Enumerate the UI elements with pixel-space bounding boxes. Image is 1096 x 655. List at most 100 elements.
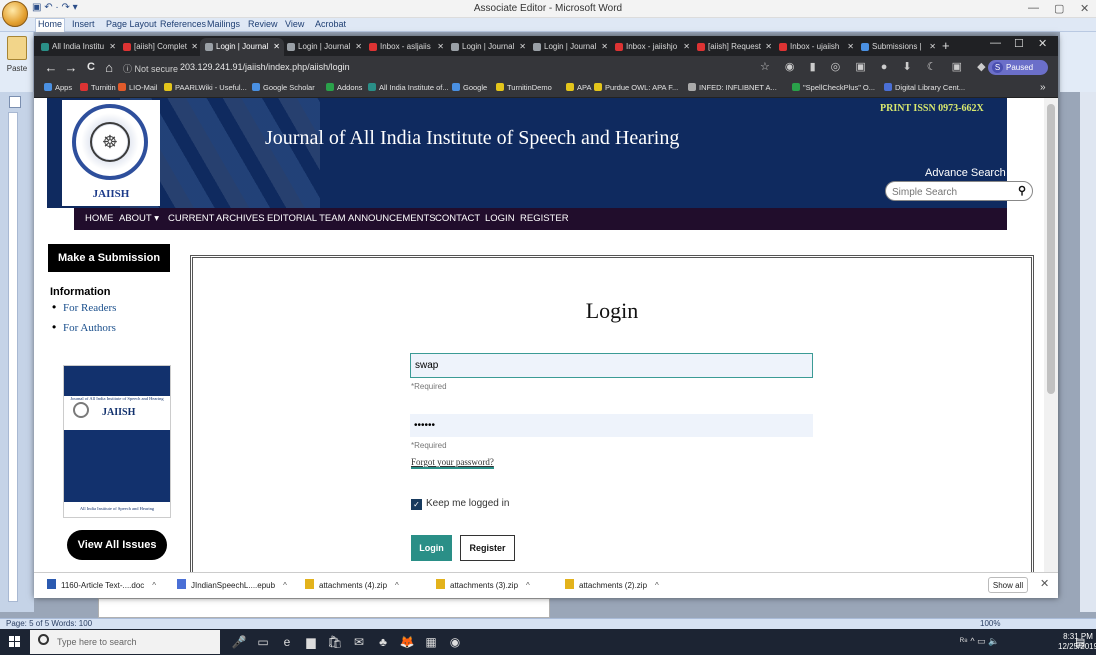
tab-close-icon[interactable]: ✕ <box>519 42 526 51</box>
download-menu-chevron-icon[interactable]: ^ <box>152 581 156 590</box>
word-scrollbar[interactable] <box>1080 92 1096 612</box>
download-item[interactable]: 1160-Article Text-....doc ^ <box>47 579 156 590</box>
browser-tab[interactable]: [aiish] Request ✕ <box>692 38 776 56</box>
word-tab-view[interactable]: View <box>285 19 304 29</box>
word-tab-mailings[interactable]: Mailings <box>207 19 240 29</box>
word-tab-home[interactable]: Home <box>35 18 65 32</box>
nav-contact[interactable]: CONTACT <box>435 213 480 224</box>
word-tab-acrobat[interactable]: Acrobat <box>315 19 346 29</box>
nav-about[interactable]: ABOUT ▾ <box>119 213 159 224</box>
browser-tab[interactable]: Login | Journal ✕ <box>528 38 612 56</box>
browser-minimize-button[interactable]: — <box>990 37 1001 49</box>
browser-close-button[interactable]: ✕ <box>1038 37 1047 50</box>
mail-icon[interactable]: ✉ <box>350 633 368 651</box>
tab-close-icon[interactable]: ✕ <box>929 42 936 51</box>
bookmark-item[interactable]: Google <box>452 83 487 92</box>
nav-editorial-team[interactable]: EDITORIAL TEAM <box>267 213 345 224</box>
tab-close-icon[interactable]: ✕ <box>765 42 772 51</box>
word-restore-button[interactable]: ▢ <box>1054 2 1064 15</box>
word-tab-insert[interactable]: Insert <box>72 19 95 29</box>
profile-button[interactable]: S Paused <box>988 60 1048 75</box>
windows-start-icon[interactable] <box>9 636 21 648</box>
bookmark-item[interactable]: INFED: INFLIBNET A... <box>688 83 777 92</box>
browser-tab[interactable]: Login | Journal ✕ <box>446 38 530 56</box>
microphone-icon[interactable]: 🎤 <box>230 633 248 651</box>
nav-archives[interactable]: ARCHIVES <box>216 213 265 224</box>
browser-tab[interactable]: Inbox - jaiishjo ✕ <box>610 38 694 56</box>
download-menu-chevron-icon[interactable]: ^ <box>395 581 399 590</box>
tab-close-icon[interactable]: ✕ <box>191 42 198 51</box>
store-icon[interactable]: 🛍 <box>326 633 344 651</box>
word-close-button[interactable]: ✕ <box>1080 2 1089 15</box>
word-minimize-button[interactable]: — <box>1028 2 1039 14</box>
bookmark-item[interactable]: Google Scholar <box>252 83 315 92</box>
new-tab-button[interactable]: + <box>942 38 956 54</box>
browser-tab[interactable]: [aiish] Complet ✕ <box>118 38 202 56</box>
notifications-icon[interactable]: ▤ <box>1075 636 1085 649</box>
browser-tab[interactable]: Login | Journal ✕ <box>282 38 366 56</box>
tab-close-icon[interactable]: ✕ <box>437 42 444 51</box>
word-icon[interactable]: ▦ <box>422 633 440 651</box>
view-all-issues-button[interactable]: View All Issues <box>67 530 167 560</box>
bookmark-item[interactable]: Purdue OWL: APA F... <box>594 83 678 92</box>
search-icon[interactable]: ⚲ <box>1018 184 1026 197</box>
search-input[interactable] <box>892 185 1012 199</box>
reload-icon[interactable]: C <box>84 61 98 73</box>
login-button[interactable]: Login <box>411 535 452 561</box>
bookmark-item[interactable]: Turnitin <box>80 83 116 92</box>
download-menu-chevron-icon[interactable]: ^ <box>283 581 287 590</box>
nav-home[interactable]: HOME <box>85 213 114 224</box>
download-item[interactable]: attachments (2).zip ^ <box>565 579 659 590</box>
password-input[interactable] <box>410 414 813 437</box>
for-authors-link[interactable]: For Authors <box>63 322 116 334</box>
system-tray[interactable]: ᴿ⁸ ^ ▭ 🔈 <box>960 636 999 647</box>
browser-tab[interactable]: All India Institu ✕ <box>36 38 120 56</box>
forgot-password-link[interactable]: Forgot your password? <box>411 457 494 469</box>
nav-announcements[interactable]: ANNOUNCEMENTS <box>348 213 436 224</box>
app-icon[interactable]: ♣ <box>374 633 392 651</box>
browser-maximize-button[interactable]: ☐ <box>1014 37 1024 50</box>
bookmark-item[interactable]: TurnitinDemo <box>496 83 552 92</box>
username-input[interactable] <box>410 353 813 378</box>
bookmark-item[interactable]: Addons <box>326 83 362 92</box>
firefox-icon[interactable]: 🦊 <box>398 633 416 651</box>
office-button[interactable] <box>2 1 28 27</box>
bookmark-item[interactable]: All India Institute of... <box>368 83 449 92</box>
download-menu-chevron-icon[interactable]: ^ <box>655 581 659 590</box>
ruler-toggle-icon[interactable] <box>9 96 21 108</box>
forward-icon[interactable]: → <box>64 60 78 75</box>
address-bar[interactable]: 203.129.241.91/jaiish/index.php/aiish/lo… <box>180 62 350 72</box>
show-all-downloads-button[interactable]: Show all <box>988 577 1028 593</box>
bookmarks-overflow-icon[interactable]: » <box>1040 82 1046 93</box>
edge-icon[interactable]: e <box>278 633 296 651</box>
nav-register[interactable]: REGISTER <box>520 213 569 224</box>
back-icon[interactable]: ← <box>44 60 58 75</box>
close-downloads-icon[interactable]: ✕ <box>1040 577 1049 590</box>
browser-tab[interactable]: Submissions | ✕ <box>856 38 940 56</box>
bookmark-item[interactable]: "SpellCheckPlus" O... <box>792 83 875 92</box>
not-secure-badge[interactable]: ⓘ Not secure <box>123 62 178 75</box>
file-explorer-icon[interactable]: ▆ <box>302 633 320 651</box>
task-view-icon[interactable]: ▭ <box>254 633 272 651</box>
advance-search-link[interactable]: Advance Search <box>925 167 1006 179</box>
register-button[interactable]: Register <box>460 535 515 561</box>
tab-close-icon[interactable]: ✕ <box>847 42 854 51</box>
word-tab-review[interactable]: Review <box>248 19 278 29</box>
word-zoom-level[interactable]: 100% <box>980 619 1000 628</box>
tab-close-icon[interactable]: ✕ <box>273 42 280 51</box>
tab-close-icon[interactable]: ✕ <box>683 42 690 51</box>
word-tab-references[interactable]: References <box>160 19 206 29</box>
browser-tab[interactable]: Inbox - asljaiis ✕ <box>364 38 448 56</box>
keep-logged-in-checkbox[interactable]: ✓ <box>411 499 422 510</box>
page-scrollbar-thumb[interactable] <box>1047 104 1055 394</box>
nav-current[interactable]: CURRENT <box>168 213 214 224</box>
nav-login[interactable]: LOGIN <box>485 213 515 224</box>
download-item[interactable]: attachments (3).zip ^ <box>436 579 530 590</box>
browser-tab[interactable]: Login | Journal ✕ <box>200 38 284 56</box>
tab-close-icon[interactable]: ✕ <box>109 42 116 51</box>
bookmark-item[interactable]: APA <box>566 83 591 92</box>
bookmark-item[interactable]: Digital Library Cent... <box>884 83 965 92</box>
tab-close-icon[interactable]: ✕ <box>355 42 362 51</box>
word-document-page[interactable] <box>98 598 550 618</box>
chrome-icon[interactable]: ◉ <box>446 633 464 651</box>
